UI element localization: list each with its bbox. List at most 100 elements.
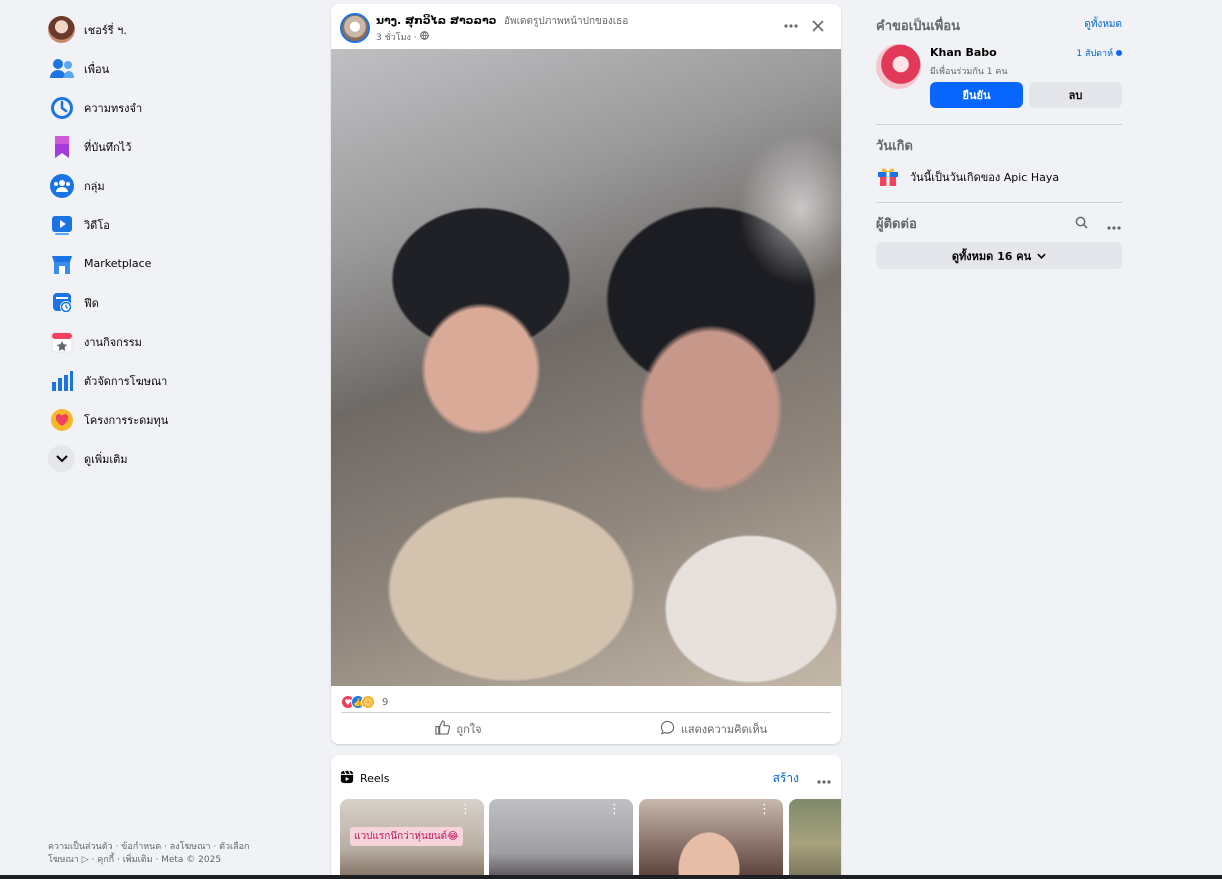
friends-icon xyxy=(48,55,75,82)
more-options-icon[interactable]: ⋮ xyxy=(758,803,771,816)
reels-icon xyxy=(340,769,354,788)
nav-label: เชอร์รี่ ฯ. xyxy=(84,23,127,37)
divider xyxy=(876,124,1122,125)
globe-icon xyxy=(419,31,429,43)
reactions-summary[interactable]: ♥ 👍 ☺ 9 xyxy=(341,692,388,712)
nav-label: ที่บันทึกไว้ xyxy=(84,140,132,154)
post-action-text: อัพเดตรูปภาพหน้าปกของเธอ xyxy=(504,16,629,27)
nav-item-video[interactable]: วิดีโอ xyxy=(40,205,310,244)
birthdays-title: วันเกิด xyxy=(876,139,913,154)
nav-item-saved[interactable]: ที่บันทึกไว้ xyxy=(40,127,310,166)
groups-icon xyxy=(48,172,75,199)
nav-item-friends[interactable]: เพื่อน xyxy=(40,49,310,88)
create-reel-link[interactable]: สร้าง xyxy=(773,769,799,788)
nav-label: ฟีด xyxy=(84,296,99,310)
post-card: ນາງ. ສຸກວິໄລ ສາວລາວ อัพเดตรูปภาพหน้าปกขอ… xyxy=(331,4,841,744)
feeds-icon xyxy=(48,289,75,316)
nav-label: กลุ่ม xyxy=(84,179,105,193)
more-options-icon[interactable] xyxy=(1107,215,1121,234)
post-photo[interactable] xyxy=(331,49,841,686)
like-label: ถูกใจ xyxy=(456,723,482,736)
taskbar-edge xyxy=(0,875,1222,879)
confirm-button[interactable]: ยืนยัน xyxy=(930,82,1023,108)
nav-label: เพื่อน xyxy=(84,62,110,76)
nav-item-events[interactable]: งานกิจกรรม xyxy=(40,322,310,361)
nav-item-fundraisers[interactable]: โครงการระดมทุน xyxy=(40,400,310,439)
more-options-icon[interactable]: ⋮ xyxy=(459,803,472,816)
contacts-title: ผู้ติดต่อ xyxy=(876,217,917,232)
comment-label: แสดงความคิดเห็น xyxy=(680,723,768,736)
nav-label: งานกิจกรรม xyxy=(84,335,142,349)
post-meta: 3 ชั่วโมง · xyxy=(376,30,429,44)
nav-label: วิดีโอ xyxy=(84,218,110,232)
post-time[interactable]: 3 ชั่วโมง · xyxy=(376,30,417,44)
nav-item-ads-manager[interactable]: ตัวจัดการโฆษณา xyxy=(40,361,310,400)
more-options-icon[interactable] xyxy=(817,769,831,788)
nav-label: Marketplace xyxy=(84,257,152,270)
reel-thumbnail[interactable]: ⋮ xyxy=(639,799,783,879)
post-actions: ถูกใจ แสดงความคิดเห็น xyxy=(331,714,841,744)
comment-icon xyxy=(660,720,675,738)
close-icon[interactable] xyxy=(807,15,829,37)
nav-label: ความทรงจำ xyxy=(84,101,143,115)
reel-thumbnail[interactable]: ⋮ xyxy=(489,799,633,879)
post-author-line: ນາງ. ສຸກວິໄລ ສາວລາວ อัพเดตรูปภาพหน้าปกขอ… xyxy=(376,14,628,29)
marketplace-icon xyxy=(48,250,75,277)
friend-requests-title: คำขอเป็นเพื่อน xyxy=(876,19,960,34)
video-icon xyxy=(48,211,75,238)
post-author-avatar[interactable] xyxy=(340,13,370,43)
mutual-friends: มีเพื่อนร่วมกัน 1 คน xyxy=(930,67,1008,77)
delete-button[interactable]: ลบ xyxy=(1029,82,1122,108)
reels-card: Reels สร้าง ⋮ แวปแรกนึกว่าหุ่นยนต์😂 ⋮ ⋮ xyxy=(331,755,841,879)
birthday-text: วันนี้เป็นวันเกิดของ Apic Haya xyxy=(910,171,1060,184)
gift-icon xyxy=(876,163,900,191)
fundraisers-icon xyxy=(48,406,75,433)
ads-manager-icon xyxy=(48,367,75,394)
reels-header: Reels สร้าง xyxy=(340,769,831,787)
care-reaction-icon: ☺ xyxy=(361,695,375,709)
comment-button[interactable]: แสดงความคิดเห็น xyxy=(586,714,841,744)
like-button[interactable]: ถูกใจ xyxy=(331,714,586,744)
nav-item-see-more[interactable]: ดูเพิ่มเติม xyxy=(40,439,310,478)
reel-caption: แวปแรกนึกว่าหุ่นยนต์😂 xyxy=(350,827,463,846)
see-all-requests-link[interactable]: ดูทั้งหมด xyxy=(1084,17,1122,32)
chevron-down-icon xyxy=(48,445,75,472)
request-time: 1 สัปดาห์ xyxy=(1076,46,1122,60)
nav-item-profile[interactable]: เชอร์รี่ ฯ. xyxy=(40,10,310,49)
nav-item-feeds[interactable]: ฟีด xyxy=(40,283,310,322)
saved-icon xyxy=(48,133,75,160)
divider xyxy=(876,202,1122,203)
memories-icon xyxy=(48,94,75,121)
unread-dot-icon xyxy=(1116,50,1122,56)
more-options-icon[interactable] xyxy=(780,15,802,37)
search-icon[interactable] xyxy=(1075,214,1088,233)
footer-line[interactable]: ความเป็นส่วนตัว · ข้อกำหนด · ลงโฆษณา · ต… xyxy=(48,841,278,854)
reel-thumbnail[interactable]: ⋮ แวปแรกนึกว่าหุ่นยนต์😂 xyxy=(340,799,484,879)
nav-item-memories[interactable]: ความทรงจำ xyxy=(40,88,310,127)
events-icon xyxy=(48,328,75,355)
post-header: ນາງ. ສຸກວິໄລ ສາວລາວ อัพเดตรูปภาพหน้าปกขอ… xyxy=(331,4,841,49)
requester-name[interactable]: Khan Babo xyxy=(930,46,997,59)
nav-label: ตัวจัดการโฆษณา xyxy=(84,374,168,388)
nav-item-groups[interactable]: กลุ่ม xyxy=(40,166,310,205)
nav-item-marketplace[interactable]: Marketplace xyxy=(40,244,310,283)
reels-title: Reels xyxy=(360,771,390,785)
see-all-contacts-button[interactable]: ดูทั้งหมด 16 คน xyxy=(876,242,1122,269)
profile-avatar xyxy=(48,16,75,43)
thumbs-up-icon xyxy=(435,720,451,738)
left-navigation: เชอร์รี่ ฯ. เพื่อน ความทรงจำ ที่บันทึกไว… xyxy=(40,10,310,478)
reel-thumbnail[interactable] xyxy=(789,799,841,879)
request-time-text: 1 สัปดาห์ xyxy=(1076,49,1113,59)
chevron-down-icon xyxy=(1037,249,1046,262)
footer-line[interactable]: โฆษณา ▷ · คุกกี้ · เพิ่มเติม · Meta © 20… xyxy=(48,854,278,867)
birthday-item[interactable]: วันนี้เป็นวันเกิดของ Apic Haya xyxy=(876,163,1059,191)
reaction-count: 9 xyxy=(382,696,389,708)
see-all-contacts-label: ดูทั้งหมด 16 คน xyxy=(951,249,1032,263)
divider xyxy=(341,712,831,713)
post-author-name[interactable]: ນາງ. ສຸກວິໄລ ສາວລາວ xyxy=(376,14,497,27)
footer-links[interactable]: ความเป็นส่วนตัว · ข้อกำหนด · ลงโฆษณา · ต… xyxy=(48,841,278,866)
nav-label: โครงการระดมทุน xyxy=(84,413,169,427)
nav-label: ดูเพิ่มเติม xyxy=(84,452,128,466)
requester-avatar[interactable] xyxy=(876,44,921,89)
more-options-icon[interactable]: ⋮ xyxy=(608,803,621,816)
